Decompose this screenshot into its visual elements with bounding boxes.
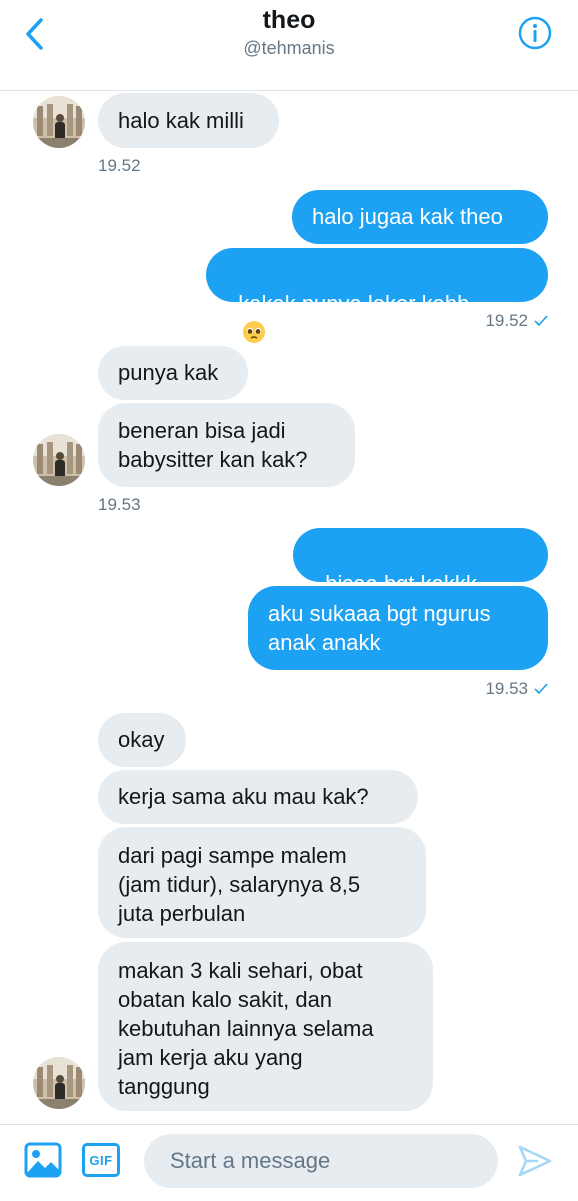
message-input[interactable]: Start a message	[144, 1134, 498, 1188]
avatar[interactable]	[33, 96, 85, 148]
avatar-image	[33, 1057, 85, 1109]
conversation-header: theo @tehmanis	[0, 0, 578, 91]
message-bubble-incoming[interactable]: punya kak	[98, 346, 248, 400]
message-bubble-incoming[interactable]: beneran bisa jadi babysitter kan kak?	[98, 403, 355, 487]
pleading-face-emoji-icon	[243, 321, 266, 343]
message-timestamp: 19.52	[485, 311, 548, 331]
read-check-icon	[534, 315, 548, 327]
avatar-image	[33, 96, 85, 148]
message-bubble-incoming[interactable]: halo kak milli	[98, 93, 279, 148]
timestamp-text: 19.52	[485, 311, 528, 330]
conversation-handle[interactable]: @tehmanis	[0, 38, 578, 59]
gif-button[interactable]: GIF	[82, 1143, 120, 1177]
message-timestamp: 19.53	[485, 679, 548, 699]
info-icon[interactable]	[518, 16, 552, 50]
message-bubble-incoming[interactable]: makan 3 kali sehari, obat obatan kalo sa…	[98, 942, 433, 1111]
message-text: kakak punya loker kahh	[238, 291, 470, 316]
message-bubble-outgoing[interactable]: bisaa bgt kakkk	[293, 528, 548, 623]
gif-label: GIF	[89, 1152, 113, 1168]
read-check-icon	[534, 683, 548, 695]
avatar[interactable]	[33, 1057, 85, 1109]
message-timestamp: 19.52	[98, 156, 141, 175]
message-bubble-incoming[interactable]: okay	[98, 713, 186, 767]
avatar-image	[33, 434, 85, 486]
message-bubble-outgoing[interactable]: halo jugaa kak theo	[292, 190, 548, 244]
image-icon[interactable]	[24, 1142, 62, 1178]
timestamp-text: 19.53	[485, 679, 528, 698]
message-bubble-incoming[interactable]: dari pagi sampe malem (jam tidur), salar…	[98, 827, 426, 938]
message-timestamp: 19.53	[98, 495, 141, 514]
message-input-placeholder: Start a message	[170, 1148, 331, 1173]
avatar[interactable]	[33, 434, 85, 486]
message-bubble-outgoing[interactable]: aku sukaaa bgt ngurus anak anakk	[248, 586, 548, 670]
conversation-title[interactable]: theo	[0, 6, 578, 35]
message-bubble-incoming[interactable]: kerja sama aku mau kak?	[98, 770, 418, 824]
message-bubble-outgoing[interactable]: kakak punya loker kahh	[206, 248, 548, 343]
send-icon[interactable]	[517, 1144, 553, 1178]
